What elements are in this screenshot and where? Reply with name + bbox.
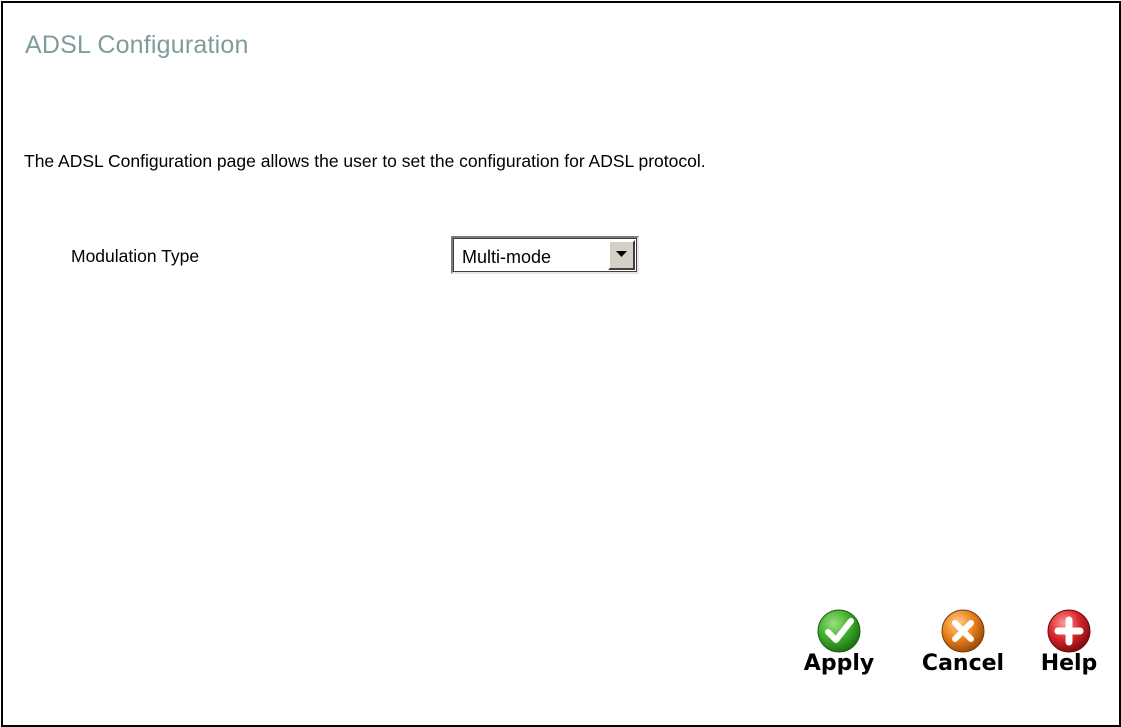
cancel-button[interactable]: Cancel — [918, 608, 1008, 708]
page-description: The ADSL Configuration page allows the u… — [24, 151, 706, 171]
help-label: Help — [1040, 651, 1098, 676]
plus-icon — [1047, 609, 1091, 653]
cancel-label: Cancel — [921, 651, 1005, 676]
chevron-down-icon — [616, 251, 627, 257]
modulation-type-label: Modulation Type — [71, 246, 200, 266]
modulation-type-select[interactable]: Multi-mode — [451, 236, 639, 274]
dropdown-arrow-button[interactable] — [608, 240, 635, 270]
apply-button[interactable]: Apply — [794, 608, 884, 708]
modulation-type-selected-value: Multi-mode — [462, 247, 552, 267]
help-button[interactable]: Help — [1024, 608, 1114, 708]
content-frame: ADSL Configuration The ADSL Configuratio… — [1, 1, 1121, 727]
x-icon — [941, 609, 985, 653]
apply-label: Apply — [803, 651, 875, 676]
checkmark-icon — [817, 609, 861, 653]
page-title: ADSL Configuration — [25, 31, 249, 59]
